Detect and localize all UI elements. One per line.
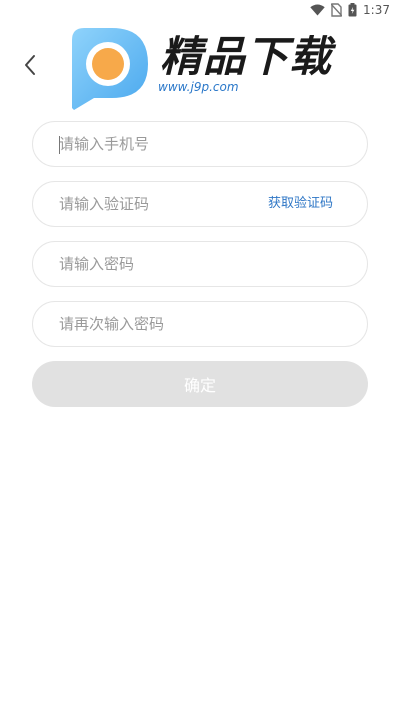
- back-button[interactable]: [16, 53, 44, 81]
- status-icons: 1:37: [310, 3, 390, 17]
- password-field: [32, 241, 368, 287]
- confirm-password-input[interactable]: [59, 302, 279, 346]
- chevron-left-icon: [23, 54, 37, 80]
- confirm-password-field: [32, 301, 368, 347]
- phone-input[interactable]: [59, 122, 279, 166]
- wifi-icon: [310, 4, 325, 16]
- register-form: 获取验证码 确定: [32, 121, 368, 407]
- app-logo: 精品下载 www.j9p.com: [68, 28, 331, 114]
- status-time: 1:37: [363, 3, 390, 17]
- code-field: 获取验证码: [32, 181, 368, 227]
- confirm-button[interactable]: 确定: [32, 361, 368, 407]
- password-input[interactable]: [59, 242, 279, 286]
- logo-url: www.j9p.com: [158, 80, 239, 94]
- logo-mark-icon: [72, 28, 148, 110]
- logo-text: 精品下载: [160, 32, 333, 81]
- text-cursor: [59, 136, 60, 154]
- status-bar: 1:37: [0, 0, 400, 24]
- no-sim-icon: [331, 3, 343, 17]
- phone-field: [32, 121, 368, 167]
- battery-icon: [348, 3, 357, 17]
- get-code-button[interactable]: 获取验证码: [268, 182, 333, 226]
- code-input[interactable]: [59, 182, 279, 226]
